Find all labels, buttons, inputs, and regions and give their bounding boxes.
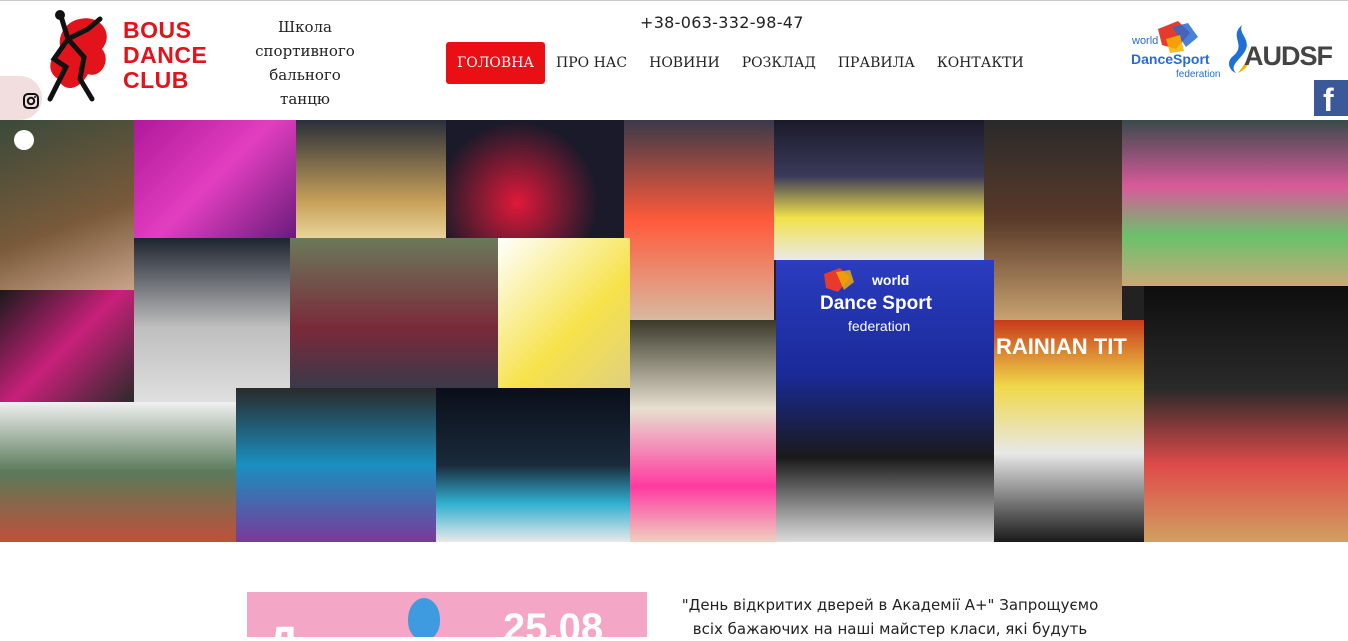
logo-line-1: BOUS: [123, 17, 192, 43]
collage-photo: [290, 238, 498, 388]
instagram-link[interactable]: [0, 76, 42, 120]
nav-item-home[interactable]: ГОЛОВНА: [446, 42, 546, 84]
collage-photo: [630, 320, 776, 542]
collage-photo: [1144, 286, 1348, 542]
wdsf-sign-text-1: world: [872, 272, 910, 288]
wdsf-logo[interactable]: world DanceSport federation: [1128, 19, 1222, 87]
collage-photo: [498, 238, 630, 388]
school-line-3: бального: [269, 66, 341, 84]
news-line-1: "День відкритих дверей в Академії А+" За…: [681, 596, 1099, 614]
dancers-logo-icon: [47, 10, 107, 102]
collage-photo: [624, 120, 774, 320]
photo-collage: RAINIAN TIT world Dance Sport federation: [0, 120, 1348, 542]
site-header: BOUS DANCE CLUB Школа спортивного бально…: [0, 1, 1348, 120]
logo-line-2: DANCE: [123, 42, 208, 68]
collage-photo: [296, 120, 446, 238]
wdsf-sign: world Dance Sport federation: [776, 260, 994, 380]
collage-photo: RAINIAN TIT: [994, 320, 1144, 542]
news-banner-date: 25.08: [503, 606, 604, 637]
news-banner-word: Д: [267, 618, 298, 637]
facebook-icon: f: [1323, 82, 1334, 118]
nav-item-rules[interactable]: ПРАВИЛА: [827, 42, 926, 84]
collage-photo: [134, 120, 296, 238]
instagram-icon: [23, 93, 39, 109]
collage-photo: [436, 388, 630, 542]
collage-photo: [446, 120, 624, 238]
logo-line-3: CLUB: [123, 67, 189, 93]
collage-photo: [984, 120, 1122, 320]
collage-photo: [236, 388, 436, 542]
wdsf-text-1: world: [1132, 35, 1159, 47]
balloon-icon: [408, 598, 440, 637]
collage-photo: [0, 402, 236, 542]
collage-photo: [1122, 120, 1348, 286]
logo-wordmark: BOUS DANCE CLUB: [123, 18, 207, 93]
school-line-2: спортивного: [255, 42, 355, 60]
school-line-1: Школа: [278, 18, 332, 36]
collage-photo: [0, 290, 134, 402]
main-nav: ГОЛОВНА ПРО НАС НОВИНИ РОЗКЛАД ПРАВИЛА К…: [446, 42, 1035, 84]
slider-dot[interactable]: [14, 130, 34, 150]
nav-item-news[interactable]: НОВИНИ: [638, 42, 731, 84]
site-logo[interactable]: BOUS DANCE CLUB: [40, 9, 215, 104]
collage-banner-text: RAINIAN TIT: [996, 334, 1127, 359]
wdsf-text-2: DanceSport: [1131, 51, 1210, 67]
nav-item-about[interactable]: ПРО НАС: [545, 42, 638, 84]
wdsf-sign-text-2: Dance Sport: [820, 293, 932, 314]
news-banner-image[interactable]: Д 25.08: [247, 592, 647, 637]
audsf-logo[interactable]: AUDSF: [1224, 23, 1333, 75]
facebook-link[interactable]: f: [1314, 80, 1348, 118]
school-tagline: Школа спортивного бального танцю: [240, 15, 370, 111]
news-text: "День відкритих дверей в Академії А+" За…: [670, 593, 1110, 641]
wdsf-text-3: federation: [1176, 69, 1221, 80]
nav-item-contacts[interactable]: КОНТАКТИ: [926, 42, 1035, 84]
collage-photo: [774, 120, 984, 260]
phone-number[interactable]: +38-063-332-98-47: [640, 13, 804, 32]
school-line-4: танцю: [280, 90, 330, 108]
audsf-text: AUDSF: [1244, 41, 1333, 71]
nav-item-schedule[interactable]: РОЗКЛАД: [731, 42, 827, 84]
news-line-2: всіх бажаючих на наші майстер класи, які…: [692, 620, 1088, 638]
wdsf-sign-text-3: federation: [848, 318, 911, 334]
